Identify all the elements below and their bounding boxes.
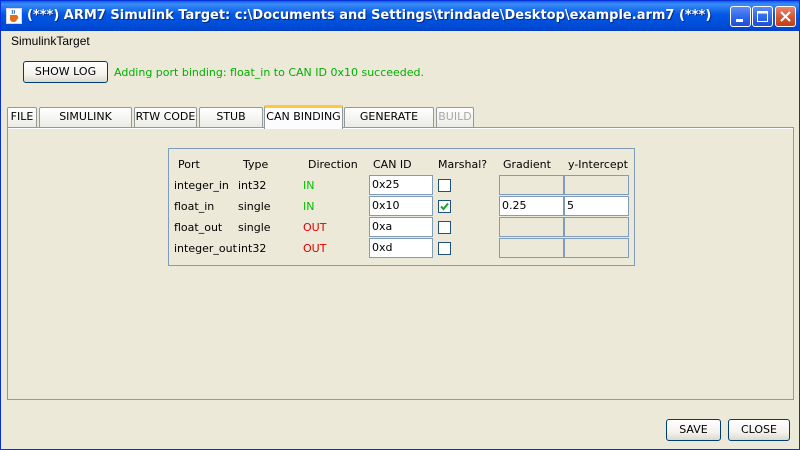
- show-log-button[interactable]: SHOW LOG: [23, 61, 108, 83]
- row-3-type: int32: [238, 242, 267, 255]
- row-2-can-id-input[interactable]: 0xa: [369, 217, 433, 237]
- row-1-port: float_in: [174, 200, 215, 213]
- maximize-button[interactable]: [752, 6, 773, 27]
- minimize-button[interactable]: [730, 6, 751, 27]
- row-3-intercept-input: [564, 238, 629, 258]
- row-2-gradient-input: [499, 217, 564, 237]
- row-0-gradient-input: [499, 175, 564, 195]
- row-2-intercept-input: [564, 217, 629, 237]
- row-0-marshal-checkbox[interactable]: [438, 179, 451, 192]
- menu-simulinktarget[interactable]: SimulinkTarget: [11, 34, 90, 48]
- title-bar[interactable]: (***) ARM7 Simulink Target: c:\Documents…: [1, 1, 799, 31]
- row-1-marshal-checkbox[interactable]: [438, 200, 451, 213]
- tab-generate-code[interactable]: GENERATE CODE: [344, 107, 434, 141]
- close-window-button[interactable]: [775, 6, 796, 27]
- close-icon: [780, 11, 791, 22]
- header-can-id: CAN ID: [373, 158, 412, 171]
- minimize-icon: [736, 19, 743, 22]
- tab-rtw-code[interactable]: RTW CODE: [134, 107, 197, 127]
- row-1-direction: IN: [303, 200, 315, 213]
- row-0-can-id-input[interactable]: 0x25: [369, 175, 433, 195]
- row-1-gradient-input[interactable]: 0.25: [499, 196, 564, 216]
- java-cup-icon[interactable]: [6, 8, 22, 24]
- row-2-direction: OUT: [303, 221, 327, 234]
- row-1-intercept-input[interactable]: 5: [564, 196, 629, 216]
- header-port: Port: [178, 158, 200, 171]
- row-3-gradient-input: [499, 238, 564, 258]
- row-0-type: int32: [238, 179, 267, 192]
- status-message: Adding port binding: float_in to CAN ID …: [114, 66, 425, 79]
- close-button[interactable]: CLOSE: [728, 419, 790, 441]
- header-marshal: Marshal?: [438, 158, 488, 171]
- header-direction: Direction: [308, 158, 358, 171]
- tab-build: BUILD: [436, 107, 474, 127]
- header-type: Type: [243, 158, 269, 171]
- checkmark-icon: [440, 202, 449, 211]
- row-0-direction: IN: [303, 179, 315, 192]
- window-title: (***) ARM7 Simulink Target: c:\Documents…: [27, 8, 712, 23]
- row-0-port: integer_in: [174, 179, 229, 192]
- row-0-intercept-input: [564, 175, 629, 195]
- row-1-can-id-input[interactable]: 0x10: [369, 196, 433, 216]
- row-2-port: float_out: [174, 221, 223, 234]
- menu-bar: SimulinkTarget: [1, 31, 799, 51]
- can-binding-panel: Port Type Direction CAN ID Marshal? Grad…: [7, 127, 794, 400]
- row-3-can-id-input[interactable]: 0xd: [369, 238, 433, 258]
- tab-stub-code[interactable]: STUB CODE: [199, 107, 263, 141]
- row-3-direction: OUT: [303, 242, 327, 255]
- tab-can-binding[interactable]: CAN BINDING: [264, 105, 343, 129]
- header-y-intercept: y-Intercept: [568, 158, 628, 171]
- row-1-type: single: [238, 200, 271, 213]
- binding-table: Port Type Direction CAN ID Marshal? Grad…: [168, 148, 635, 266]
- main-window: (***) ARM7 Simulink Target: c:\Documents…: [0, 0, 800, 450]
- save-button[interactable]: SAVE: [666, 419, 721, 441]
- row-3-marshal-checkbox[interactable]: [438, 242, 451, 255]
- tab-simulink-model[interactable]: SIMULINK MODEL: [39, 107, 132, 141]
- tab-file[interactable]: FILE: [7, 107, 37, 127]
- row-2-type: single: [238, 221, 271, 234]
- row-2-marshal-checkbox[interactable]: [438, 221, 451, 234]
- row-3-port: integer_out: [174, 242, 237, 255]
- header-gradient: Gradient: [503, 158, 551, 171]
- maximize-icon: [757, 11, 768, 22]
